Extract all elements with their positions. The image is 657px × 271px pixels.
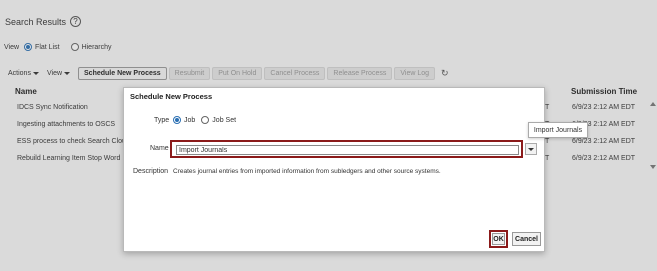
radio-icon[interactable] xyxy=(173,116,181,124)
name-dropdown-button[interactable] xyxy=(525,143,537,155)
name-input[interactable] xyxy=(176,145,519,155)
description-value: Creates journal entries from imported in… xyxy=(173,168,441,175)
name-field-highlight xyxy=(170,140,523,158)
ok-button[interactable]: OK xyxy=(492,233,505,245)
chevron-down-icon xyxy=(528,147,534,151)
schedule-new-process-dialog: Schedule New Process Type Job Job Set Na… xyxy=(123,87,588,252)
ok-button-highlight: OK xyxy=(489,230,508,248)
type-option-job-set[interactable]: Job Set xyxy=(201,116,236,124)
type-option-job[interactable]: Job xyxy=(173,116,195,124)
description-label: Description xyxy=(133,168,169,175)
type-label: Type xyxy=(154,117,170,124)
cancel-button[interactable]: Cancel xyxy=(512,232,541,246)
name-tooltip: Import Journals xyxy=(528,122,588,138)
name-label: Name xyxy=(150,145,169,152)
dialog-title: Schedule New Process xyxy=(130,92,213,101)
type-radio-group: Job Job Set xyxy=(173,116,242,124)
radio-icon[interactable] xyxy=(201,116,210,124)
